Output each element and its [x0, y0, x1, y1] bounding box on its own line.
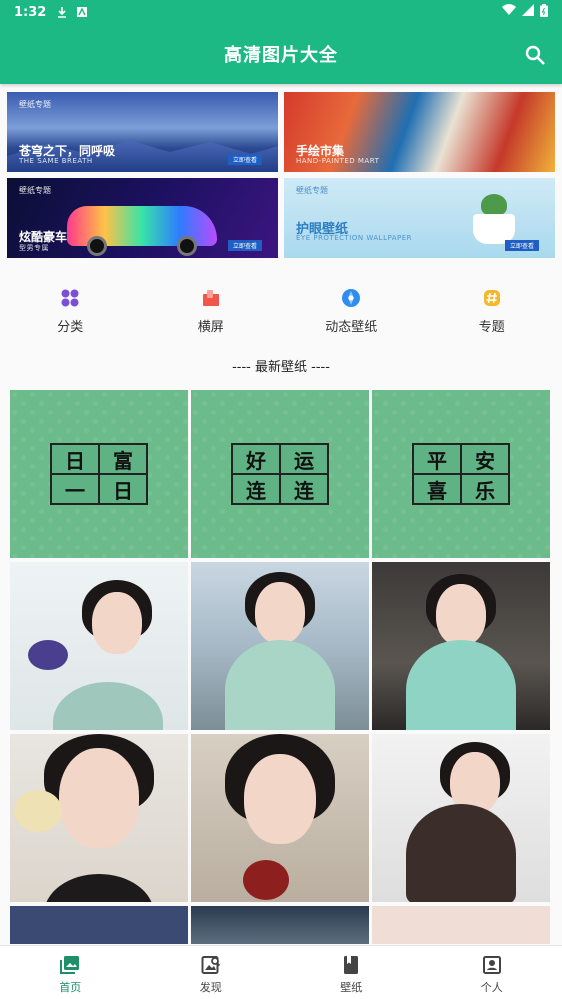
tab-wallpaper[interactable]: 壁纸 [281, 946, 422, 999]
status-time: 1:32 [14, 4, 47, 20]
banner-tag: 壁纸专题 [19, 186, 51, 195]
car-wheel [87, 236, 107, 256]
portrait-dress [44, 874, 154, 902]
topic-icon [482, 288, 502, 308]
banner-subtitle: THE SAME BREATH [19, 157, 93, 165]
calligraphy-char: 运 [281, 445, 327, 473]
tab-label: 壁纸 [340, 981, 363, 994]
quick-nav-label: 专题 [478, 320, 505, 335]
apple-illustration [243, 860, 289, 900]
calligraphy-char: 连 [233, 475, 279, 503]
banner-same-breath[interactable]: 壁纸专题 苍穹之下，同呼吸 THE SAME BREATH 立即查看 [7, 92, 278, 172]
banner-view-button[interactable]: 立即查看 [227, 154, 262, 165]
calligraphy-char: 富 [100, 445, 146, 473]
tab-discover[interactable]: 发现 [141, 946, 282, 999]
portrait-face [59, 748, 139, 848]
quick-nav-topic[interactable]: 专题 [422, 288, 562, 338]
category-icon [60, 288, 80, 308]
landscape-icon [201, 288, 221, 308]
banner-view-button[interactable]: 立即查看 [227, 240, 262, 251]
calligraphy-char: 喜 [414, 475, 460, 503]
portrait-dress [406, 804, 516, 902]
wallpaper-thumbnail[interactable]: 好 运 连 连 [191, 390, 369, 558]
wallpaper-thumbnail[interactable] [10, 906, 188, 944]
calligraphy-char: 连 [281, 475, 327, 503]
tab-label: 发现 [199, 981, 222, 994]
tab-home[interactable]: 首页 [0, 946, 141, 999]
tab-profile[interactable]: 个人 [422, 946, 562, 999]
wallpaper-book-icon [341, 955, 361, 975]
iris-flower [28, 640, 68, 670]
quick-nav-category[interactable]: 分类 [0, 288, 141, 338]
calligraphy-char: 日 [100, 475, 146, 503]
discover-icon [201, 955, 221, 975]
plant-illustration [481, 194, 507, 216]
app-bar: 高清图片大全 [0, 24, 562, 84]
live-wallpaper-icon [341, 288, 361, 308]
wallpaper-thumbnail[interactable] [191, 562, 369, 730]
apple-illustration [14, 790, 62, 832]
calligraphy-char: 好 [233, 445, 279, 473]
wallpaper-thumbnail[interactable] [372, 734, 550, 902]
calligraphy-box: 好 运 连 连 [231, 443, 329, 505]
banner-grid: 壁纸专题 苍穹之下，同呼吸 THE SAME BREATH 立即查看 手绘市集 … [7, 92, 555, 258]
portrait-dress [406, 640, 516, 730]
wallpaper-thumbnail[interactable] [191, 734, 369, 902]
quick-nav-label: 横屏 [197, 320, 224, 335]
search-icon[interactable] [524, 44, 546, 66]
wallpaper-thumbnail[interactable] [372, 906, 550, 944]
calligraphy-char: 日 [52, 445, 98, 473]
battery-icon [540, 3, 548, 21]
wallpaper-grid: 日 富 一 日 好 运 连 连 平 安 喜 乐 [10, 390, 551, 944]
calligraphy-box: 日 富 一 日 [50, 443, 148, 505]
banner-subtitle: 型男专属 [19, 244, 49, 252]
section-title-latest-wallpapers: ---- 最新壁纸 ---- [232, 360, 330, 375]
wallpaper-thumbnail[interactable] [372, 562, 550, 730]
car-wheel [177, 236, 197, 256]
portrait-face [255, 582, 305, 644]
profile-icon [482, 955, 502, 975]
portrait-dress [52, 682, 163, 730]
quick-nav-landscape[interactable]: 横屏 [141, 288, 282, 338]
wallpaper-thumbnail[interactable]: 日 富 一 日 [10, 390, 188, 558]
banner-subtitle: HAND-PAINTED MART [296, 157, 380, 165]
cellular-signal-icon [522, 4, 534, 20]
calligraphy-char: 乐 [462, 475, 508, 503]
wallpaper-thumbnail[interactable] [10, 734, 188, 902]
app-notification-icon [76, 6, 88, 18]
wallpaper-thumbnail[interactable]: 平 安 喜 乐 [372, 390, 550, 558]
quick-nav-live-wallpaper[interactable]: 动态壁纸 [281, 288, 422, 338]
banner-cool-cars[interactable]: 壁纸专题 炫酷豪车 型男专属 立即查看 [7, 178, 278, 258]
quick-nav: 分类 横屏 动态壁纸 专题 [0, 288, 562, 338]
download-icon [56, 6, 68, 18]
portrait-face [91, 592, 142, 654]
quick-nav-label: 动态壁纸 [325, 320, 378, 335]
banner-subtitle: EYE PROTECTION WALLPAPER [296, 234, 413, 242]
tab-label: 首页 [59, 981, 82, 994]
banner-tag: 壁纸专题 [19, 100, 51, 109]
status-bar: 1:32 [0, 0, 562, 24]
tab-label: 个人 [480, 981, 503, 994]
portrait-dress [225, 640, 335, 730]
banner-hand-painted-mart[interactable]: 手绘市集 HAND-PAINTED MART [284, 92, 555, 172]
wifi-icon [502, 4, 516, 20]
banner-tag: 壁纸专题 [296, 186, 328, 195]
home-gallery-icon [60, 955, 80, 975]
portrait-face [436, 584, 486, 646]
calligraphy-char: 平 [414, 445, 460, 473]
calligraphy-char: 安 [462, 445, 508, 473]
banner-view-button[interactable]: 立即查看 [504, 240, 539, 251]
calligraphy-box: 平 安 喜 乐 [412, 443, 510, 505]
wallpaper-thumbnail[interactable] [191, 906, 369, 944]
page-title: 高清图片大全 [224, 45, 338, 66]
bottom-navigation: 首页 发现 壁纸 个人 [0, 945, 562, 999]
banner-eye-protection[interactable]: 壁纸专题 护眼壁纸 EYE PROTECTION WALLPAPER 立即查看 [284, 178, 555, 258]
wallpaper-thumbnail[interactable] [10, 562, 188, 730]
portrait-face [244, 754, 316, 844]
quick-nav-label: 分类 [57, 320, 84, 335]
calligraphy-char: 一 [52, 475, 98, 503]
